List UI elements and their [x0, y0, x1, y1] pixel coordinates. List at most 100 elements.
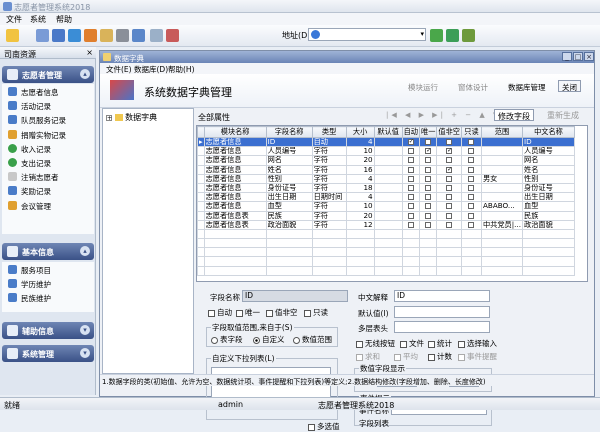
table-cell[interactable] — [480, 146, 524, 157]
default-input[interactable] — [394, 306, 490, 318]
checkbox[interactable] — [425, 212, 432, 219]
checkbox-cell[interactable] — [418, 155, 438, 166]
table-cell[interactable]: 志愿者信息表 — [203, 210, 267, 221]
checkbox[interactable] — [407, 139, 414, 146]
table-cell[interactable]: 志愿者信息 — [203, 146, 267, 157]
table-cell[interactable]: 自动 — [311, 136, 347, 148]
table-cell[interactable]: 血型 — [522, 201, 575, 212]
column-header[interactable]: 大小 — [345, 126, 375, 138]
table-cell[interactable] — [373, 136, 403, 148]
settings-icon[interactable] — [462, 29, 475, 42]
table-cell[interactable]: 姓名 — [265, 164, 313, 175]
db-manage-button[interactable]: 数据库管理 — [508, 82, 546, 94]
file-checkbox[interactable]: 文件 — [400, 338, 424, 349]
checkbox[interactable] — [468, 221, 475, 228]
checkbox-cell[interactable] — [401, 164, 421, 175]
table-cell[interactable]: 身份证号 — [522, 182, 575, 194]
mail-icon[interactable] — [132, 29, 145, 42]
table-cell[interactable] — [373, 182, 403, 194]
checkbox[interactable] — [407, 166, 414, 173]
table-cell[interactable]: 4 — [345, 136, 375, 148]
table-cell[interactable]: 人员编号 — [265, 146, 313, 157]
table-cell[interactable]: 姓名 — [522, 164, 575, 175]
count-checkbox[interactable]: 计数 — [428, 351, 452, 362]
checkbox[interactable] — [425, 203, 432, 210]
nav-item-service[interactable]: 队员服务记录 — [2, 112, 94, 126]
close-icon[interactable]: × — [86, 48, 93, 57]
checkbox-cell[interactable] — [460, 210, 482, 221]
checkbox[interactable] — [446, 148, 453, 155]
column-header[interactable]: 唯一 — [418, 126, 438, 138]
checkbox[interactable] — [446, 194, 453, 201]
table-cell[interactable]: 身份证号 — [265, 182, 313, 194]
table-cell[interactable]: 字符 — [311, 173, 347, 184]
form-design-button[interactable]: 窗体设计 — [458, 82, 488, 94]
checkbox[interactable] — [446, 157, 453, 164]
table-cell[interactable]: 20 — [345, 155, 375, 166]
checkbox[interactable] — [425, 185, 432, 192]
table-cell[interactable]: 出生日期 — [522, 192, 575, 203]
select-input-checkbox[interactable]: 选择输入 — [458, 338, 497, 349]
table-cell[interactable]: ID — [522, 136, 575, 148]
table-cell[interactable]: 出生日期 — [265, 192, 313, 203]
checkbox-cell[interactable] — [418, 210, 438, 221]
table-row[interactable]: 志愿者信息人员编号字符10人员编号 — [197, 146, 575, 157]
src-table-radio[interactable]: 表字段 — [211, 334, 243, 345]
checkbox-cell[interactable] — [418, 146, 438, 157]
nav-item-meeting[interactable]: 会议管理 — [2, 198, 94, 212]
nav-group-volunteer[interactable]: 志愿者管理 ▴ — [2, 66, 94, 83]
table-cell[interactable]: 志愿者信息 — [203, 136, 267, 148]
checkbox-cell[interactable] — [460, 146, 482, 157]
column-header[interactable]: 只读 — [460, 126, 482, 138]
auto-checkbox[interactable]: 自动 — [208, 307, 232, 318]
checkbox-cell[interactable] — [418, 173, 438, 184]
column-header[interactable]: 中文名称 — [522, 126, 575, 138]
checkbox[interactable] — [407, 194, 414, 201]
table-cell[interactable]: 政治面貌 — [522, 219, 575, 230]
table-cell[interactable] — [373, 219, 403, 230]
column-header[interactable]: 字段名称 — [265, 126, 313, 138]
chevron-up-icon[interactable]: ▴ — [80, 69, 90, 79]
table-cell[interactable]: 字符 — [311, 182, 347, 194]
table-row[interactable]: 志愿者信息 性别 字符 4 男女 性别 — [197, 173, 575, 184]
checkbox[interactable] — [407, 221, 414, 228]
excel-icon[interactable] — [446, 29, 459, 42]
checkbox[interactable] — [468, 212, 475, 219]
nav-item-ethnic[interactable]: 民族维护 — [2, 290, 94, 304]
table-cell[interactable]: 民族 — [522, 210, 575, 221]
field-grid[interactable]: 模块名称 字段名称 类型 大小 默认值 自动 唯一 值非空 只读 范围 中文名称 ▸ 志愿者信息 ID 自… — [196, 125, 588, 282]
checkbox[interactable] — [425, 221, 432, 228]
home-icon[interactable] — [84, 29, 97, 42]
menu-help[interactable]: 帮助 — [56, 14, 72, 25]
checkbox-cell[interactable] — [460, 201, 482, 212]
checkbox[interactable] — [468, 157, 475, 164]
checkbox-cell[interactable] — [460, 136, 482, 148]
table-cell[interactable]: 字符 — [311, 146, 347, 157]
checkbox[interactable] — [446, 203, 453, 210]
checkbox-cell[interactable] — [460, 155, 482, 166]
checkbox[interactable] — [407, 148, 414, 155]
field-name-input[interactable]: ID — [242, 290, 348, 302]
table-cell[interactable]: 人员编号 — [522, 146, 575, 157]
checkbox[interactable] — [425, 194, 432, 201]
table-cell[interactable]: ABABO... — [480, 201, 524, 212]
checkbox-cell[interactable] — [401, 219, 421, 230]
checkbox-cell[interactable] — [401, 192, 421, 203]
stats-checkbox[interactable]: 统计 — [428, 338, 452, 349]
table-cell[interactable]: 字符 — [311, 164, 347, 175]
checkbox-cell[interactable] — [418, 136, 438, 148]
go-icon[interactable] — [430, 29, 443, 42]
chevron-down-icon[interactable]: ▾ — [420, 30, 424, 38]
checkbox[interactable] — [425, 148, 432, 155]
checkbox[interactable] — [425, 139, 432, 146]
table-cell[interactable] — [373, 146, 403, 157]
table-cell[interactable] — [480, 164, 524, 175]
checkbox[interactable] — [446, 212, 453, 219]
column-header[interactable]: 自动 — [401, 126, 421, 138]
table-cell[interactable] — [480, 210, 524, 221]
print-icon[interactable] — [116, 29, 129, 42]
checkbox-cell[interactable] — [401, 182, 421, 194]
nav-group-aux[interactable]: 辅助信息 ▾ — [2, 322, 94, 339]
column-header[interactable]: 类型 — [311, 126, 347, 138]
checkbox-cell[interactable] — [436, 201, 462, 212]
